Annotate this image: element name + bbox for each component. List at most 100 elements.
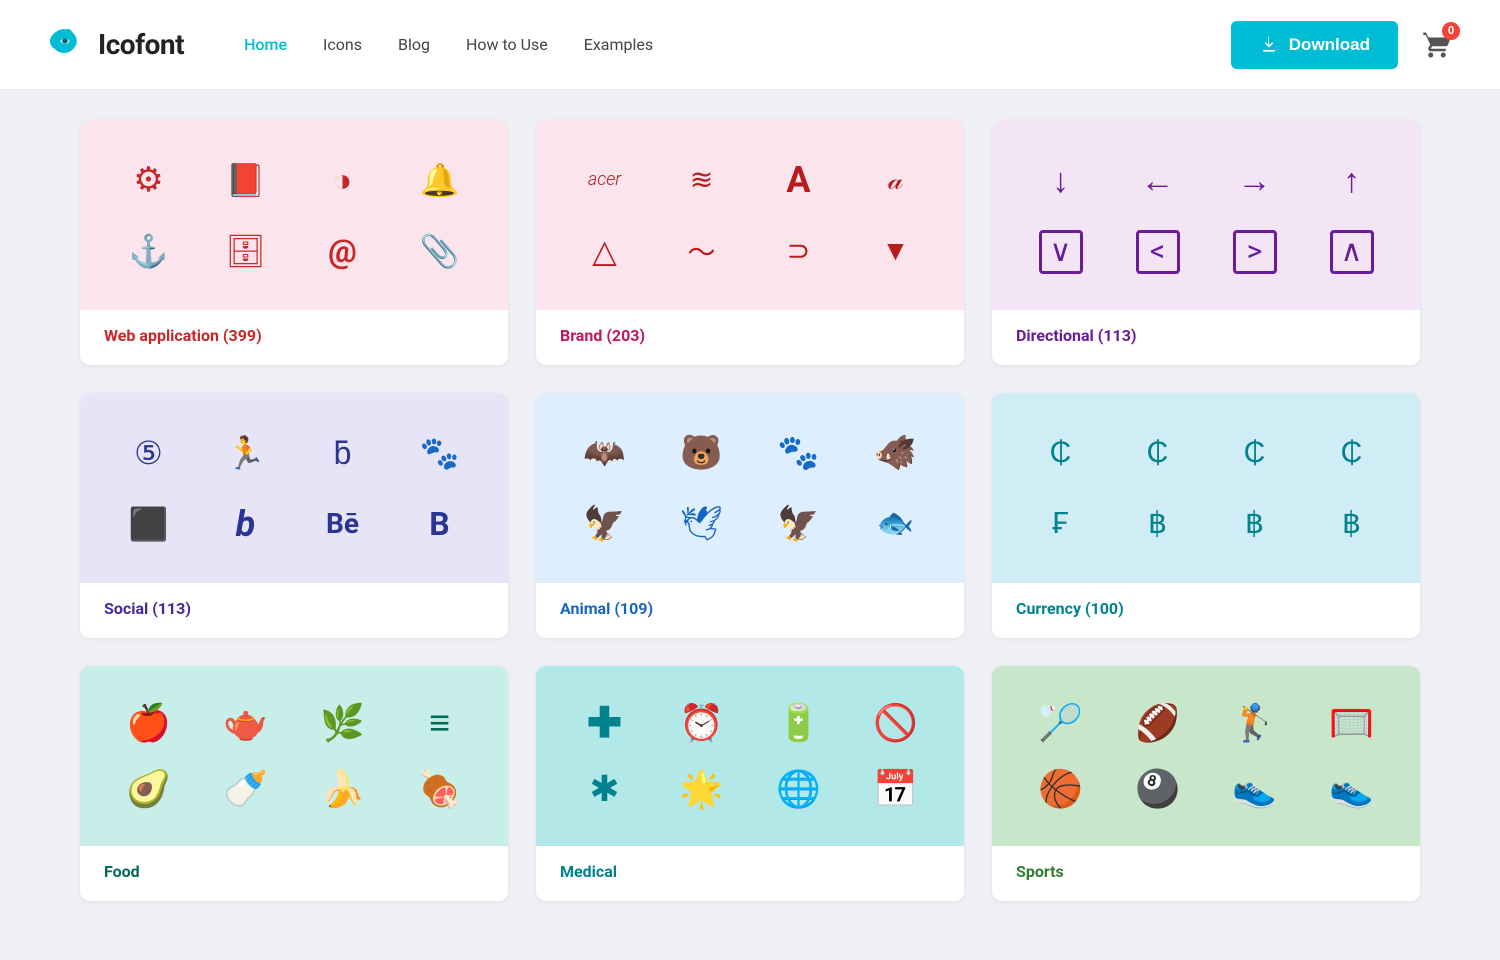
card-currency: ₵ ₵ ₵ ₵ ₣ ฿ ฿ ฿ Currency (100) xyxy=(992,393,1420,638)
logo[interactable]: Icofont xyxy=(40,21,184,69)
icon-battery: 🔋 xyxy=(775,699,823,747)
icon-bat: 🦇 xyxy=(581,429,629,477)
card-footer-medical: Medical xyxy=(536,846,964,901)
icon-badminton: 🏸 xyxy=(1037,699,1085,747)
card-title-currency[interactable]: Currency (100) xyxy=(1016,599,1124,618)
icon-at: @ xyxy=(319,227,367,275)
card-web-application: ⚙ 📕 ◑ 🔔 ⚓ 🗄 @ 📎 Web application (399) xyxy=(80,120,508,365)
icon-dir-box-right: > xyxy=(1233,230,1277,274)
icon-shoe2: 👟 xyxy=(1328,765,1376,813)
card-animal: 🦇 🐻 🐾 🐗 🦅 🕊 🦅 🐟 Animal (109) xyxy=(536,393,964,638)
card-title-directional[interactable]: Directional (113) xyxy=(1016,326,1137,345)
card-title-food[interactable]: Food xyxy=(104,862,140,881)
icon-blackberry: ⬛ xyxy=(125,500,173,548)
icon-500px: ⑤ xyxy=(125,429,173,477)
nav-home[interactable]: Home xyxy=(244,35,287,54)
card-footer-currency: Currency (100) xyxy=(992,583,1420,638)
card-footer-directional: Directional (113) xyxy=(992,310,1420,365)
icon-fork: ⚙ xyxy=(125,156,173,204)
icon-currency1: ₵ xyxy=(1037,429,1085,477)
icon-arrow-up: ↑ xyxy=(1328,157,1376,205)
icon-brand4: 𝒶 xyxy=(872,156,920,204)
icon-airbnb: △ xyxy=(581,227,629,275)
icon-fish: 🐟 xyxy=(872,500,920,548)
nav-blog[interactable]: Blog xyxy=(398,35,430,54)
card-preview-food: 🍎 🫖 🌿 ≡ 🥑 🍼 🍌 🍖 xyxy=(80,666,508,846)
icon-half-circle: ◑ xyxy=(319,156,367,204)
icon-billiard: 🎱 xyxy=(1134,765,1182,813)
icon-currency2: ₵ xyxy=(1134,429,1182,477)
nav-how-to-use[interactable]: How to Use xyxy=(466,35,548,54)
card-preview-brand: acer ≋ A 𝒶 △ 〜 ⊃ ▼ xyxy=(536,120,964,310)
icon-eagle: 🦅 xyxy=(581,500,629,548)
icon-beatport: ƃ xyxy=(319,429,367,477)
icon-currency5: ₣ xyxy=(1037,500,1085,548)
icon-social-run: 🏃 xyxy=(222,429,270,477)
icon-behance: Bē xyxy=(319,500,367,548)
card-title-brand[interactable]: Brand (203) xyxy=(560,326,645,345)
icon-bear: 🐻 xyxy=(678,429,726,477)
download-label: Download xyxy=(1289,35,1370,55)
card-preview-sports: 🏸 🏈 🏌 🥅 🏀 🎱 👟 👟 xyxy=(992,666,1420,846)
card-footer-sports: Sports xyxy=(992,846,1420,901)
card-preview-social: ⑤ 🏃 ƃ 🐾 ⬛ b Bē B xyxy=(80,393,508,583)
icon-acer: acer xyxy=(581,156,629,204)
download-button[interactable]: Download xyxy=(1231,21,1398,69)
nav-examples[interactable]: Examples xyxy=(584,35,653,54)
main-nav: Home Icons Blog How to Use Examples xyxy=(244,35,653,54)
card-footer-web-application: Web application (399) xyxy=(80,310,508,365)
icon-anchor: ⚓ xyxy=(125,227,173,275)
icon-dir-box-down: ∨ xyxy=(1039,230,1083,274)
icon-banana: 🍌 xyxy=(319,765,367,813)
main-content: ⚙ 📕 ◑ 🔔 ⚓ 🗄 @ 📎 Web application (399) ac… xyxy=(0,90,1500,941)
icon-alarm-clock: ⏰ xyxy=(678,699,726,747)
header: Icofont Home Icons Blog How to Use Examp… xyxy=(0,0,1500,90)
icon-currency4: ₵ xyxy=(1328,429,1376,477)
icon-brand7: ⊃ xyxy=(775,227,823,275)
icon-dir-box-left: < xyxy=(1136,230,1180,274)
icon-coffee-pot: 🫖 xyxy=(222,699,270,747)
card-title-medical[interactable]: Medical xyxy=(560,862,617,881)
icon-paw: 🐾 xyxy=(775,429,823,477)
icon-golf: 🏌 xyxy=(1231,699,1279,747)
card-title-social[interactable]: Social (113) xyxy=(104,599,191,618)
card-title-animal[interactable]: Animal (109) xyxy=(560,599,653,618)
icon-bluetooth: ✱ xyxy=(581,765,629,813)
icon-blogger: B xyxy=(416,500,464,548)
icon-archive: 🗄 xyxy=(222,227,270,275)
header-actions: Download 0 xyxy=(1231,21,1460,69)
card-social: ⑤ 🏃 ƃ 🐾 ⬛ b Bē B Social (113) xyxy=(80,393,508,638)
card-preview-medical: ✚ ⏰ 🔋 🚫 ✱ 🌟 🌐 📅 xyxy=(536,666,964,846)
icon-bebo: b xyxy=(222,500,270,548)
icon-categories-grid: ⚙ 📕 ◑ 🔔 ⚓ 🗄 @ 📎 Web application (399) ac… xyxy=(80,120,1420,901)
card-brand: acer ≋ A 𝒶 △ 〜 ⊃ ▼ Brand (203) xyxy=(536,120,964,365)
icon-shoe1: 👟 xyxy=(1231,765,1279,813)
icon-bitcoin: ฿ xyxy=(1134,500,1182,548)
icon-currency8: ฿ xyxy=(1328,500,1376,548)
icon-currency3: ₵ xyxy=(1231,429,1279,477)
icon-wings: 🦅 xyxy=(775,500,823,548)
icon-dir-box-up: ∧ xyxy=(1330,230,1374,274)
card-footer-brand: Brand (203) xyxy=(536,310,964,365)
card-directional: ↓ ← → ↑ ∨ < > ∧ Directional (113) xyxy=(992,120,1420,365)
icon-medical-cross: ✚ xyxy=(581,699,629,747)
icon-blocked: 🚫 xyxy=(872,699,920,747)
card-footer-food: Food xyxy=(80,846,508,901)
nav-icons[interactable]: Icons xyxy=(323,35,362,54)
card-footer-social: Social (113) xyxy=(80,583,508,638)
card-preview-animal: 🦇 🐻 🐾 🐗 🦅 🕊 🦅 🐟 xyxy=(536,393,964,583)
card-title-web-application[interactable]: Web application (399) xyxy=(104,326,262,345)
icon-basketball: 🏀 xyxy=(1037,765,1085,813)
card-medical: ✚ ⏰ 🔋 🚫 ✱ 🌟 🌐 📅 Medical xyxy=(536,666,964,901)
cart-button[interactable]: 0 xyxy=(1414,22,1460,68)
cart-badge: 0 xyxy=(1442,22,1460,40)
icon-brand6: 〜 xyxy=(678,227,726,275)
card-preview-currency: ₵ ₵ ₵ ₵ ₣ ฿ ฿ ฿ xyxy=(992,393,1420,583)
logo-text: Icofont xyxy=(98,28,184,61)
icon-arrow-left: ← xyxy=(1134,157,1182,205)
icon-american-football: 🏈 xyxy=(1134,699,1182,747)
icon-arrow-right: → xyxy=(1231,157,1279,205)
card-title-sports[interactable]: Sports xyxy=(1016,862,1064,881)
icon-book: 📕 xyxy=(222,156,270,204)
icon-noodles: ≡ xyxy=(416,699,464,747)
